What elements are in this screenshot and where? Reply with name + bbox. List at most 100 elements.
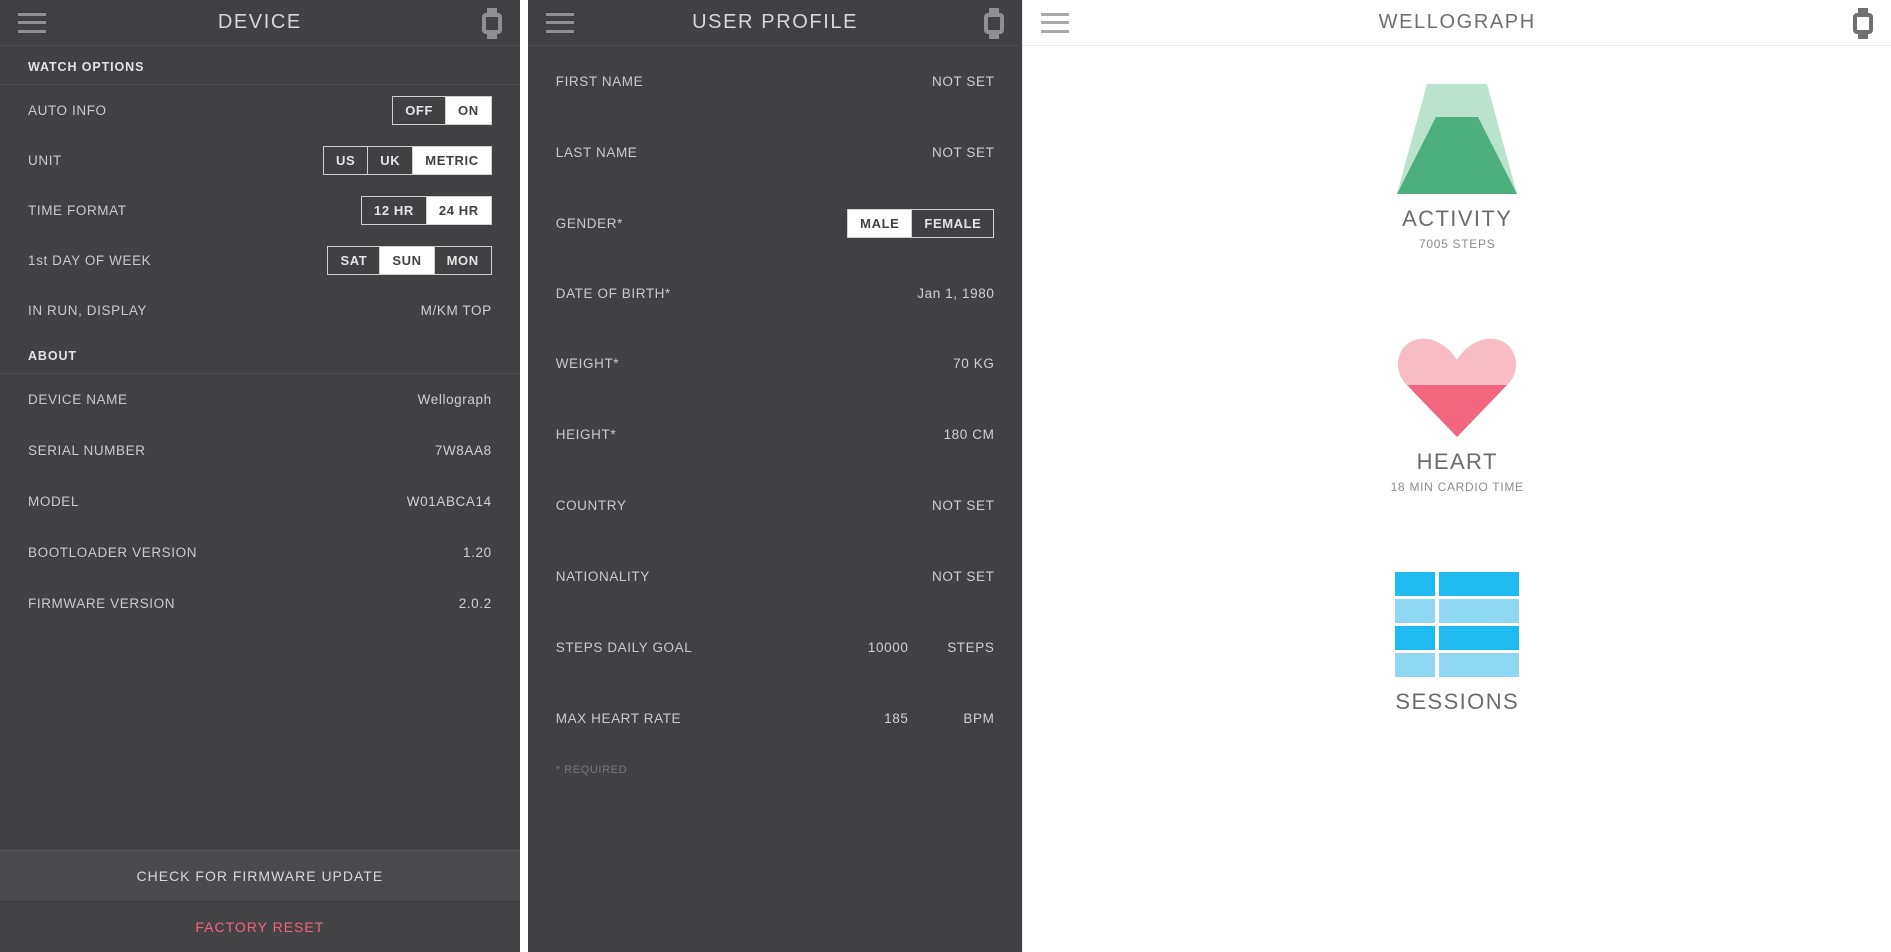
dashboard-screen: WELLOGRAPH ACTIVITY 7005 STEPS HEART 18 … — [1022, 0, 1891, 952]
section-header-watch-options: WATCH OPTIONS — [0, 46, 520, 85]
max-heart-rate-value: 185 — [884, 711, 909, 726]
panel-divider — [519, 0, 528, 952]
steps-goal-value: 10000 — [867, 640, 909, 655]
profile-label: COUNTRY — [555, 498, 627, 513]
dashboard-metrics: ACTIVITY 7005 STEPS HEART 18 MIN CARDIO … — [1023, 46, 1891, 952]
setting-value: M/KM TOP — [420, 302, 492, 318]
setting-label: AUTO INFO — [28, 102, 107, 118]
profile-row-last-name[interactable]: LAST NAME NOT SET — [528, 117, 1023, 188]
setting-row-unit[interactable]: UNIT US UK METRIC — [0, 135, 520, 185]
segmented-control-unit[interactable]: US UK METRIC — [323, 145, 492, 175]
profile-value: 70 KG — [953, 356, 995, 371]
watch-icon[interactable] — [984, 7, 1005, 39]
about-row-firmware-version: FIRMWARE VERSION 2.0.2 — [0, 578, 520, 629]
device-header: DEVICE — [0, 0, 520, 46]
profile-value-pair: 185 BPM — [846, 711, 994, 726]
segment-option-sun[interactable]: SUN — [380, 246, 435, 274]
profile-row-max-heart-rate[interactable]: MAX HEART RATE 185 BPM — [528, 683, 1023, 754]
device-footer-buttons: CHECK FOR FIRMWARE UPDATE FACTORY RESET — [0, 850, 520, 952]
section-header-about: ABOUT — [0, 335, 520, 374]
segmented-control-first-day[interactable]: SAT SUN MON — [327, 245, 492, 275]
profile-row-steps-daily-goal[interactable]: STEPS DAILY GOAL 10000 STEPS — [528, 612, 1023, 683]
app-screenshots-container: DEVICE WATCH OPTIONS AUTO INFO OFF ON UN… — [0, 0, 1891, 952]
profile-label: WEIGHT* — [555, 356, 620, 371]
heart-icon — [1398, 338, 1517, 437]
profile-label: GENDER* — [555, 215, 623, 231]
about-value: Wellograph — [417, 392, 492, 407]
about-value: 2.0.2 — [458, 596, 492, 611]
hamburger-menu-icon[interactable] — [18, 12, 46, 33]
steps-goal-unit: STEPS — [947, 640, 995, 655]
check-firmware-update-button[interactable]: CHECK FOR FIRMWARE UPDATE — [0, 850, 520, 902]
profile-value-pair: 10000 STEPS — [846, 640, 994, 655]
metric-title-heart: HEART — [1416, 449, 1498, 474]
hamburger-menu-icon[interactable] — [545, 12, 574, 33]
profile-value: Jan 1, 1980 — [917, 285, 995, 301]
page-title: USER PROFILE — [692, 11, 859, 33]
setting-row-in-run-display[interactable]: IN RUN, DISPLAY M/KM TOP — [0, 285, 520, 335]
segment-option-uk[interactable]: UK — [368, 146, 414, 174]
watch-icon[interactable] — [1852, 7, 1873, 39]
setting-row-first-day-of-week[interactable]: 1st DAY OF WEEK SAT SUN MON — [0, 235, 520, 285]
setting-label: 1st DAY OF WEEK — [28, 252, 152, 268]
metric-title-sessions: SESSIONS — [1395, 689, 1520, 714]
hamburger-menu-icon[interactable] — [1041, 12, 1070, 33]
metric-card-sessions[interactable]: SESSIONS — [1023, 572, 1891, 715]
about-row-device-name: DEVICE NAME Wellograph — [0, 374, 520, 425]
setting-row-time-format[interactable]: TIME FORMAT 12 HR 24 HR — [0, 185, 520, 235]
segmented-control-gender[interactable]: MALE FEMALE — [847, 208, 995, 238]
profile-row-nationality[interactable]: NATIONALITY NOT SET — [528, 541, 1023, 612]
segment-option-female[interactable]: FEMALE — [912, 209, 994, 237]
segment-option-male[interactable]: MALE — [848, 209, 913, 237]
watch-icon[interactable] — [481, 7, 502, 39]
segment-option-24hr[interactable]: 24 HR — [426, 196, 491, 224]
profile-row-country[interactable]: COUNTRY NOT SET — [528, 470, 1023, 541]
profile-row-date-of-birth[interactable]: DATE OF BIRTH* Jan 1, 1980 — [528, 258, 1023, 328]
setting-label: IN RUN, DISPLAY — [28, 302, 148, 318]
profile-row-height[interactable]: HEIGHT* 180 CM — [528, 399, 1023, 470]
segment-option-off[interactable]: OFF — [393, 96, 447, 124]
about-label: BOOTLOADER VERSION — [28, 545, 198, 560]
setting-label: UNIT — [28, 152, 62, 168]
setting-label: TIME FORMAT — [28, 202, 127, 218]
profile-value: 180 CM — [943, 427, 995, 442]
profile-label: DATE OF BIRTH* — [555, 285, 671, 301]
about-row-serial-number: SERIAL NUMBER 7W8AA8 — [0, 425, 520, 476]
segmented-control-time-format[interactable]: 12 HR 24 HR — [361, 195, 492, 225]
profile-row-gender[interactable]: GENDER* MALE FEMALE — [528, 188, 1023, 258]
dashboard-header: WELLOGRAPH — [1023, 0, 1891, 46]
factory-reset-button[interactable]: FACTORY RESET — [0, 902, 520, 952]
metric-subtitle-activity: 7005 STEPS — [1419, 237, 1496, 251]
required-fields-note: * REQUIRED — [555, 764, 628, 776]
page-title: DEVICE — [217, 11, 302, 33]
segment-option-metric[interactable]: METRIC — [413, 146, 491, 174]
about-value: W01ABCA14 — [406, 494, 492, 509]
about-label: FIRMWARE VERSION — [28, 596, 176, 611]
metric-card-heart[interactable]: HEART 18 MIN CARDIO TIME — [1023, 333, 1891, 494]
device-settings-list: WATCH OPTIONS AUTO INFO OFF ON UNIT US U… — [0, 46, 520, 952]
profile-label: MAX HEART RATE — [555, 711, 682, 726]
profile-value: NOT SET — [931, 498, 995, 513]
profile-value: NOT SET — [931, 569, 995, 584]
user-profile-screen: USER PROFILE FIRST NAME NOT SET LAST NAM… — [527, 0, 1023, 952]
profile-fields-list: FIRST NAME NOT SET LAST NAME NOT SET GEN… — [528, 46, 1023, 952]
page-title: WELLOGRAPH — [1378, 11, 1536, 33]
segment-option-sat[interactable]: SAT — [328, 246, 381, 274]
about-value: 1.20 — [463, 545, 492, 560]
setting-row-auto-info[interactable]: AUTO INFO OFF ON — [0, 85, 520, 135]
profile-label: LAST NAME — [555, 145, 638, 160]
segment-option-12hr[interactable]: 12 HR — [362, 196, 427, 224]
segment-option-on[interactable]: ON — [446, 96, 491, 124]
device-screen: DEVICE WATCH OPTIONS AUTO INFO OFF ON UN… — [0, 0, 520, 952]
profile-label: FIRST NAME — [555, 74, 644, 89]
segment-option-us[interactable]: US — [324, 146, 369, 174]
profile-label: STEPS DAILY GOAL — [555, 640, 693, 655]
segment-option-mon[interactable]: MON — [434, 246, 491, 274]
profile-header: USER PROFILE — [527, 0, 1023, 46]
profile-value: NOT SET — [931, 145, 995, 160]
profile-row-weight[interactable]: WEIGHT* 70 KG — [528, 328, 1023, 399]
metric-title-activity: ACTIVITY — [1402, 206, 1513, 231]
segmented-control-auto-info[interactable]: OFF ON — [392, 95, 492, 125]
metric-card-activity[interactable]: ACTIVITY 7005 STEPS — [1023, 84, 1891, 251]
profile-row-first-name[interactable]: FIRST NAME NOT SET — [528, 46, 1023, 117]
